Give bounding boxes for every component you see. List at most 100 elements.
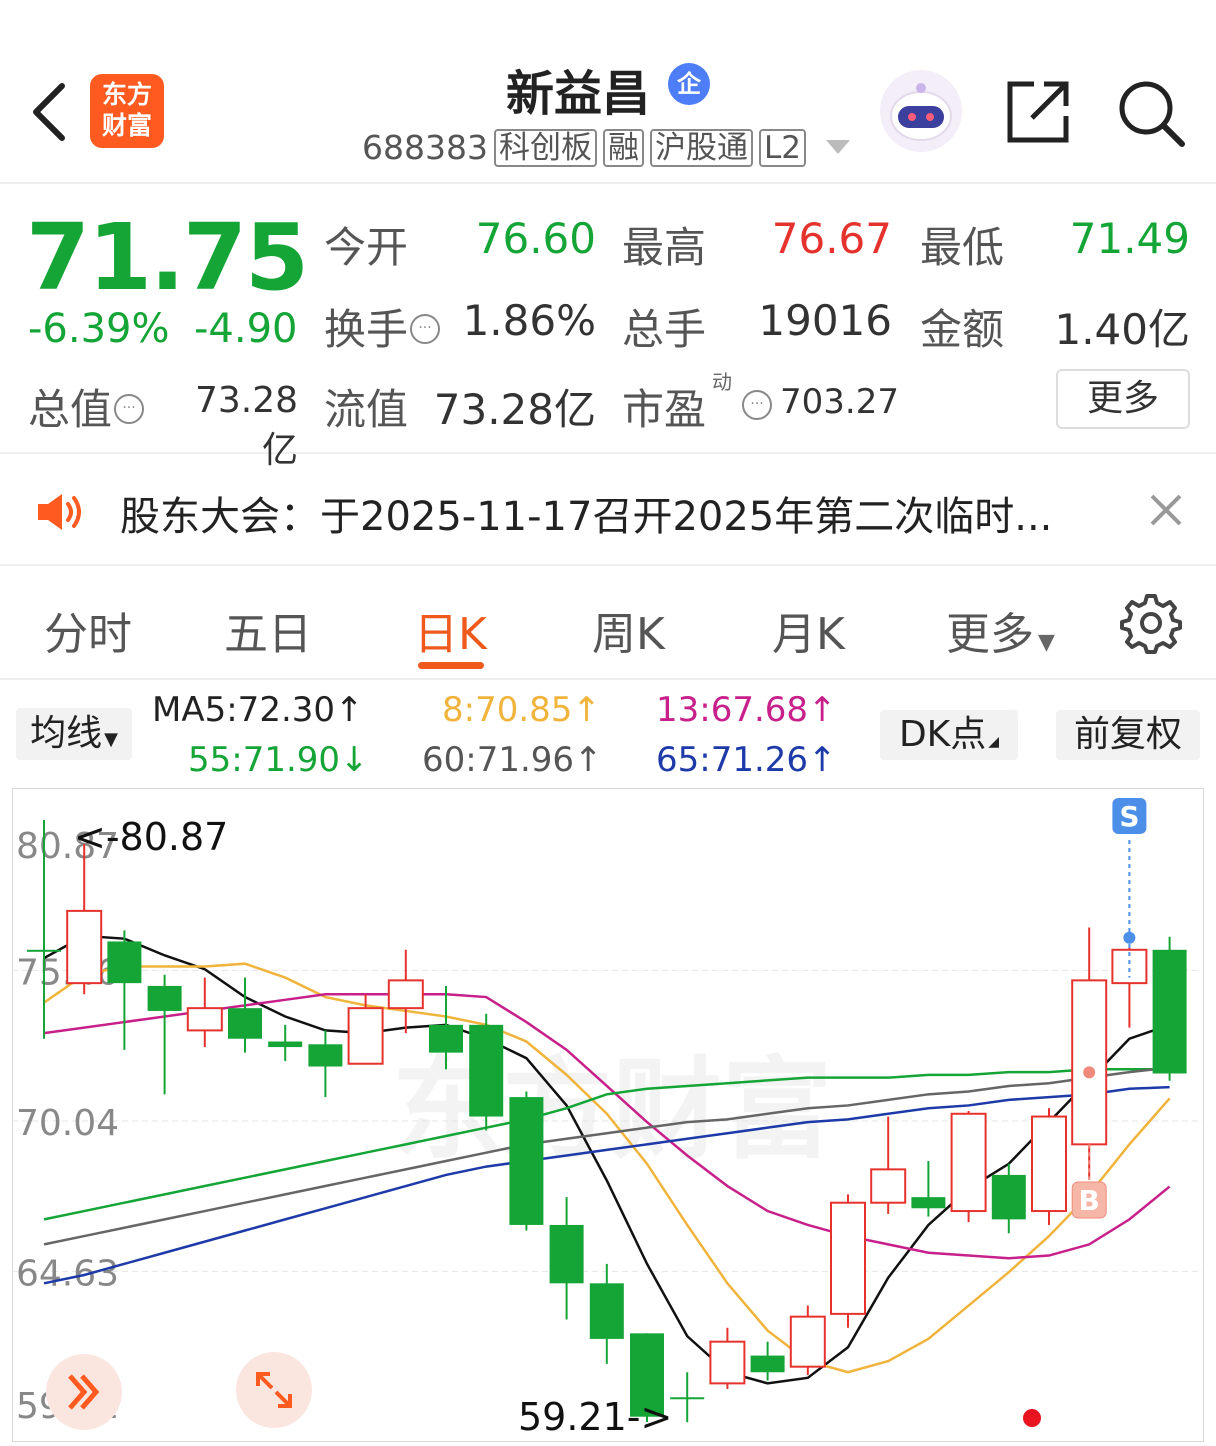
app-logo[interactable]: 东方 财富 (90, 74, 164, 148)
active-tab-indicator (418, 662, 484, 669)
kline-chart[interactable]: 东方财富80.8775.4670.0464.6359.21<-80.8759.2… (12, 788, 1204, 1442)
code-dropdown-icon[interactable] (826, 140, 850, 154)
share-icon[interactable] (1004, 78, 1072, 146)
info-icon[interactable]: ··· (410, 313, 441, 344)
tab-more[interactable]: 更多 ▼ (946, 598, 1055, 662)
candle-body (750, 1355, 785, 1373)
candle-body (911, 1197, 946, 1209)
tab-intraday[interactable]: 分时 (44, 598, 132, 662)
logo-line-2: 财富 (101, 111, 152, 140)
candle-body (589, 1283, 624, 1339)
alert-dot (1023, 1409, 1041, 1427)
high-label: 最高 (622, 223, 707, 272)
amount-value: 1.40亿 (1054, 305, 1190, 354)
min-price-annotation: 59.21-> (518, 1395, 672, 1439)
tab-monthly-k[interactable]: 月K (772, 598, 845, 662)
ma13-value: 13:67.68↑ (656, 690, 837, 730)
enterprise-badge: 企 (668, 63, 710, 105)
back-arrow-icon[interactable] (28, 82, 72, 142)
pe-label: 市盈 (622, 385, 707, 434)
candle-body (709, 1340, 746, 1385)
candle-body (268, 1041, 303, 1048)
ma5-value: MA5:72.30↑ (152, 690, 364, 730)
notice-text: 股东大会：于2025-11-17召开2025年第二次临时... (120, 494, 1053, 540)
kline-svg[interactable]: 东方财富80.8775.4670.0464.6359.21<-80.8759.2… (12, 788, 1204, 1442)
amount-label: 金额 (920, 305, 1005, 354)
pe-dynamic-mark: 动 (712, 370, 732, 394)
volume-value: 19016 (758, 296, 892, 345)
turnover-label: 换手 ··· (324, 296, 441, 357)
more-button[interactable]: 更多 (1056, 369, 1190, 429)
settings-gear-icon[interactable] (1120, 592, 1182, 654)
low-label: 最低 (920, 223, 1005, 272)
ma55-value: 55:71.90↓ (188, 740, 369, 780)
low-value: 71.49 (1069, 214, 1190, 263)
tag-board: 科创板 (493, 128, 597, 167)
search-icon[interactable] (1116, 78, 1186, 148)
candle-body (228, 1008, 262, 1039)
pe-value: 703.27 (780, 382, 899, 422)
float-value: 73.28亿 (433, 385, 596, 434)
double-chevron-icon (68, 1374, 100, 1410)
buy-signal-dot (1083, 1066, 1096, 1079)
ma60-value: 60:71.96↑ (422, 740, 603, 780)
tab-weekly-k[interactable]: 周K (592, 598, 665, 662)
change-percent: -6.39% (28, 306, 170, 352)
info-icon[interactable]: ··· (742, 390, 772, 420)
y-axis-label: 70.04 (16, 1103, 119, 1144)
stock-code: 688383 (362, 128, 488, 167)
candle-body (186, 1007, 223, 1032)
candle-body (469, 1024, 504, 1117)
high-value: 76.67 (771, 214, 892, 263)
candle-body (1031, 1115, 1067, 1213)
ma65-value: 65:71.26↑ (656, 740, 837, 780)
close-icon[interactable] (1148, 492, 1184, 528)
candle-body (347, 1007, 384, 1065)
candle-body (147, 985, 182, 1011)
candle-body (549, 1224, 584, 1284)
ma-bar: 均线 ▼ MA5:72.30↑ 8:70.85↑ 13:67.68↑ 55:71.… (0, 682, 1216, 786)
quote-panel: 71.75 -6.39% -4.90 今开 76.60 最高 76.67 最低 … (0, 186, 1216, 471)
buy-signal-label: B (1079, 1184, 1100, 1217)
adjust-mode-button[interactable]: 前复权 (1056, 710, 1200, 760)
candle-body (27, 949, 61, 952)
total-value-label: 总值 ··· (28, 376, 145, 437)
candle-body (991, 1174, 1026, 1220)
open-value: 76.60 (475, 214, 596, 263)
period-tabs: 分时 五日 日K 周K 月K 更多 ▼ (0, 568, 1216, 680)
info-icon[interactable]: ··· (114, 393, 145, 424)
candle-body (950, 1112, 987, 1213)
tag-margin: 融 (602, 128, 644, 167)
open-label: 今开 (324, 223, 409, 272)
sell-signal-dot (1123, 931, 1136, 944)
candle-body (830, 1201, 866, 1315)
max-price-annotation: <-80.87 (74, 815, 228, 859)
fullscreen-button[interactable] (236, 1352, 312, 1428)
tab-daily-k[interactable]: 日K (414, 598, 487, 662)
fullscreen-icon (256, 1372, 292, 1408)
tag-level2: L2 (758, 128, 806, 167)
turnover-value: 1.86% (462, 296, 596, 345)
ma8-value: 8:70.85↑ (442, 690, 601, 730)
stock-code-line[interactable]: 688383 科创板 融 沪股通 L2 (362, 128, 806, 167)
candle-body (107, 941, 142, 984)
tab-more-caret-icon: ▼ (1038, 630, 1055, 655)
candle-body (509, 1097, 544, 1225)
expand-arrows-button[interactable] (46, 1354, 122, 1430)
logo-line-1: 东方 (101, 80, 152, 109)
notice-bar[interactable]: 股东大会：于2025-11-17召开2025年第二次临时... (0, 456, 1216, 566)
corner-caret-icon: ◢ (988, 734, 1000, 750)
candle-body (1152, 949, 1187, 1074)
candle-body (870, 1168, 907, 1204)
float-value-label: 流值 (324, 385, 409, 434)
candle-body (429, 1024, 463, 1053)
candle-body (387, 979, 424, 1010)
sell-signal-label: S (1119, 800, 1139, 833)
current-price: 71.75 (26, 204, 309, 311)
ma-dropdown[interactable]: 均线 ▼ (16, 708, 132, 760)
candle-body (66, 909, 103, 985)
tab-five-day[interactable]: 五日 (224, 598, 312, 662)
dk-point-button[interactable]: DK点 ◢ (880, 710, 1018, 760)
assistant-robot-icon[interactable] (880, 70, 962, 152)
candle-body (308, 1044, 343, 1067)
